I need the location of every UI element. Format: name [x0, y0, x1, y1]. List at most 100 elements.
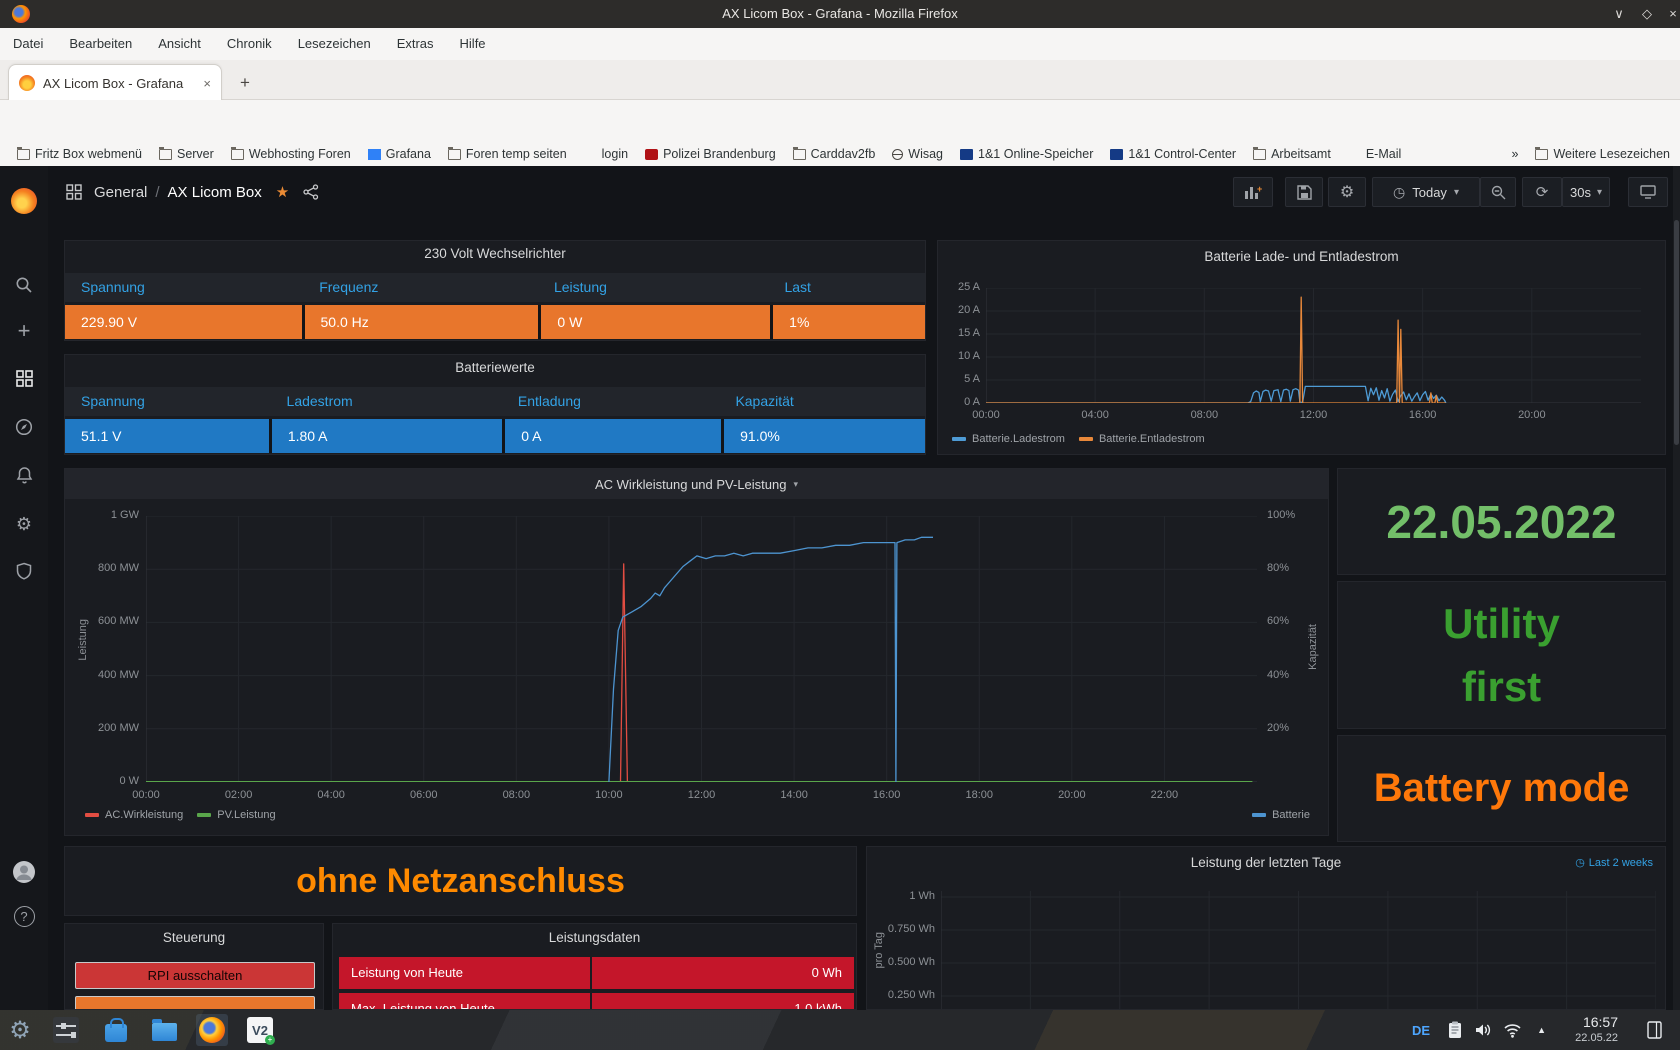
legend-label[interactable]: Batterie.Ladestrom — [972, 433, 1065, 445]
axis-tick: 14:00 — [780, 789, 808, 801]
dashboards-grid-icon[interactable] — [0, 370, 48, 387]
panel-grid-status[interactable]: ohne Netzanschluss — [64, 846, 857, 916]
panel-date[interactable]: 22.05.2022 — [1337, 468, 1666, 575]
maximize-button[interactable]: ◇ — [1634, 0, 1660, 28]
v2-app-icon[interactable]: V2 + — [244, 1014, 276, 1046]
help-icon[interactable]: ? — [0, 906, 48, 927]
volume-icon[interactable] — [1475, 1010, 1492, 1050]
bookmark-item[interactable]: Wisag — [892, 147, 943, 161]
admin-shield-icon[interactable] — [0, 562, 48, 580]
value-cell: 51.1 V — [65, 419, 269, 453]
tray-expand-arrow[interactable]: ▲ — [1537, 1010, 1546, 1050]
tab-active[interactable]: AX Licom Box - Grafana × — [8, 64, 222, 101]
minimize-button[interactable]: ∨ — [1606, 0, 1632, 28]
grafana-logo[interactable] — [11, 188, 37, 214]
create-plus-icon[interactable]: + — [0, 321, 48, 341]
chart-legend: AC.Wirkleistung PV.Leistung — [71, 809, 276, 821]
bookmark-item[interactable]: 1&1 Online-Speicher — [960, 147, 1093, 161]
bookmark-item[interactable]: 1&1 Control-Center — [1110, 147, 1236, 161]
explore-compass-icon[interactable] — [0, 418, 48, 436]
ac-pv-plot[interactable] — [146, 516, 1257, 782]
bookmark-item[interactable]: Webhosting Foren — [231, 147, 351, 161]
save-dashboard-button[interactable] — [1285, 177, 1323, 207]
bookmarks-more[interactable]: Weitere Lesezeichen — [1535, 147, 1670, 161]
menu-item[interactable]: Chronik — [214, 28, 285, 60]
breadcrumb-section[interactable]: General — [94, 184, 147, 201]
keyboard-layout-indicator[interactable]: DE — [1412, 1010, 1430, 1050]
panel-header-bar[interactable]: AC Wirkleistung und PV-Leistung ▾ — [65, 469, 1328, 499]
panel-title[interactable]: Batteriewerte — [65, 360, 925, 375]
rpi-secondary-button[interactable] — [75, 996, 315, 1010]
refresh-interval-picker[interactable]: 30s ▾ — [1562, 177, 1610, 207]
menu-item[interactable]: Hilfe — [447, 28, 499, 60]
time-shift-link[interactable]: ◷ Last 2 weeks — [1575, 856, 1653, 869]
bookmark-item[interactable]: Fritz Box webmenü — [17, 147, 142, 161]
time-range-picker[interactable]: ◷ Today ▾ — [1372, 177, 1480, 207]
add-panel-button[interactable]: + — [1233, 177, 1273, 207]
app-launcher-gear-icon[interactable]: ⚙ — [4, 1014, 36, 1046]
favorite-star-icon[interactable]: ★ — [276, 183, 289, 201]
axis-tick: 20% — [1267, 722, 1289, 734]
bookmark-item[interactable]: Foren temp seiten — [448, 147, 567, 161]
legend-label[interactable]: AC.Wirkleistung — [105, 809, 183, 821]
menu-item[interactable]: Ansicht — [145, 28, 214, 60]
file-manager-folder-icon[interactable] — [148, 1014, 180, 1046]
bookmarks-overflow-chevron[interactable]: » — [1512, 147, 1519, 161]
notifications-panel-icon[interactable] — [1647, 1010, 1662, 1050]
bookmark-item[interactable]: Arbeitsamt — [1253, 147, 1331, 161]
refresh-button[interactable]: ⟳ — [1522, 177, 1562, 207]
panel-title[interactable]: 230 Volt Wechselrichter — [65, 246, 925, 261]
settings-sliders-icon[interactable] — [50, 1014, 82, 1046]
bookmark-item[interactable]: Polizei Brandenburg — [645, 147, 776, 161]
clipboard-icon[interactable] — [1448, 1010, 1462, 1050]
tv-kiosk-button[interactable] — [1628, 177, 1668, 207]
bookmark-item[interactable]: E-Mail — [1348, 147, 1401, 161]
menu-item[interactable]: Lesezeichen — [285, 28, 384, 60]
axis-tick: 60% — [1267, 615, 1289, 627]
configuration-gear-icon[interactable]: ⚙ — [0, 514, 48, 535]
scrollbar-track[interactable] — [1673, 166, 1680, 1010]
wifi-icon[interactable] — [1503, 1010, 1522, 1050]
bookmark-item[interactable]: login — [584, 147, 628, 161]
page-title[interactable]: AX Licom Box — [168, 184, 262, 201]
alerting-bell-icon[interactable] — [0, 466, 48, 484]
panel-title[interactable]: Batterie Lade- und Entladestrom — [938, 249, 1665, 264]
close-button[interactable]: × — [1660, 0, 1680, 28]
share-icon[interactable] — [303, 184, 319, 200]
axis-tick: 80% — [1267, 562, 1289, 574]
software-bag-icon[interactable] — [100, 1014, 132, 1046]
legend-label[interactable]: Batterie — [1272, 809, 1310, 821]
menu-item[interactable]: Bearbeiten — [56, 28, 145, 60]
new-tab-button[interactable]: + — [232, 70, 258, 96]
window-titlebar[interactable]: AX Licom Box - Grafana - Mozilla Firefox… — [0, 0, 1680, 28]
legend-label[interactable]: Batterie.Entladestrom — [1099, 433, 1205, 445]
last-days-plot[interactable] — [941, 891, 1656, 1010]
dashboard-settings-button[interactable]: ⚙ — [1328, 177, 1366, 207]
tab-close-icon[interactable]: × — [193, 76, 221, 91]
firefox-taskbar-icon[interactable] — [196, 1014, 228, 1046]
search-icon[interactable] — [0, 276, 48, 294]
rpi-shutdown-button[interactable]: RPI ausschalten — [75, 962, 315, 989]
bookmark-item[interactable]: Carddav2fb — [793, 147, 876, 161]
axis-tick: 04:00 — [317, 789, 345, 801]
battery-current-plot[interactable] — [986, 288, 1641, 403]
panel-title[interactable]: Steuerung — [65, 930, 323, 945]
scrollbar-thumb[interactable] — [1674, 220, 1679, 445]
panel-title[interactable]: Leistung der letzten Tage — [867, 855, 1665, 870]
clock-widget[interactable]: 16:57 22.05.22 — [1575, 1010, 1618, 1050]
bookmark-item[interactable]: Grafana — [368, 147, 431, 161]
legend-label[interactable]: PV.Leistung — [217, 809, 275, 821]
user-avatar[interactable] — [0, 860, 48, 884]
value-cell: 50.0 Hz — [305, 305, 539, 339]
panel-battery-mode[interactable]: Battery mode — [1337, 735, 1666, 842]
menu-item[interactable]: Extras — [384, 28, 447, 60]
bookmark-icon — [793, 149, 806, 160]
menu-bar: DateiBearbeitenAnsichtChronikLesezeichen… — [0, 28, 1680, 60]
axis-tick: 200 MW — [73, 722, 139, 734]
menu-item[interactable]: Datei — [0, 28, 56, 60]
panel-inverter: 230 Volt Wechselrichter SpannungFrequenz… — [64, 240, 926, 341]
zoom-out-button[interactable] — [1480, 177, 1516, 207]
panel-utility-first[interactable]: Utilityfirst — [1337, 581, 1666, 729]
panel-title[interactable]: Leistungsdaten — [333, 930, 856, 945]
bookmark-item[interactable]: Server — [159, 147, 214, 161]
